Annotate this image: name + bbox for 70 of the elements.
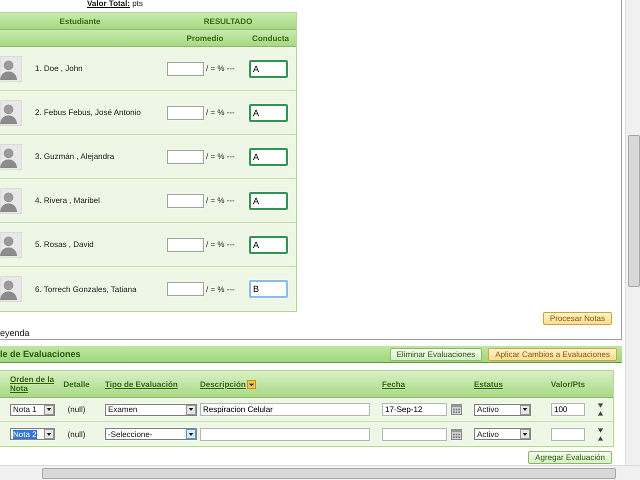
- type-select[interactable]: Examen: [105, 404, 197, 416]
- caret-icon: [46, 432, 52, 436]
- percent-text: / = % ---: [206, 196, 236, 205]
- student-name: 4. Rivera , Maribel: [35, 196, 101, 205]
- caret-icon: [522, 432, 528, 436]
- sort-link[interactable]: Descripción: [200, 380, 382, 388]
- conduct-input[interactable]: A: [249, 236, 288, 254]
- conduct-input[interactable]: A: [249, 148, 288, 166]
- status-select[interactable]: Activo: [474, 404, 531, 416]
- percent-text: / = % ---: [206, 64, 236, 73]
- conduct-input[interactable]: A: [249, 60, 288, 78]
- description-input[interactable]: Respiracion Celular: [200, 403, 370, 416]
- conduct-input[interactable]: B: [249, 280, 288, 298]
- column-header: Estudiante: [58, 16, 102, 26]
- scrollbar-thumb[interactable]: [42, 468, 616, 479]
- average-input[interactable]: [167, 150, 204, 164]
- order-select[interactable]: Nota 2: [10, 428, 55, 440]
- conduct-input[interactable]: A: [249, 104, 288, 122]
- column-header: Valor/Pts: [550, 380, 586, 388]
- column-header: RESULTADO: [202, 16, 254, 26]
- points-input[interactable]: 100: [551, 403, 585, 416]
- caret-icon: [188, 432, 194, 436]
- reorder-arrows-icon[interactable]: [596, 426, 604, 442]
- status-select[interactable]: Activo: [474, 428, 531, 440]
- sort-link[interactable]: Estatus: [474, 380, 544, 388]
- student-name: 2. Febus Febus, José Antonio: [35, 108, 142, 117]
- add-evaluation-button[interactable]: Agregar Evaluación: [528, 451, 612, 464]
- type-select[interactable]: -Seleccione-: [105, 428, 197, 440]
- section-title: le de Evaluaciones: [0, 349, 82, 359]
- reorder-arrows-icon[interactable]: [596, 402, 604, 417]
- caret-icon: [46, 407, 52, 412]
- percent-text: / = % ---: [206, 240, 236, 249]
- dropdown-icon[interactable]: [246, 380, 256, 388]
- conduct-input[interactable]: A: [249, 192, 288, 210]
- action-button[interactable]: Aplicar Cambios a Evaluaciones: [488, 348, 617, 360]
- caret-icon: [188, 407, 194, 412]
- description-input[interactable]: [200, 428, 370, 440]
- scrollbar-thumb[interactable]: [628, 135, 640, 287]
- percent-text: / = % ---: [206, 108, 236, 117]
- column-header: Conducta: [251, 34, 290, 42]
- date-input[interactable]: [382, 428, 447, 440]
- average-input[interactable]: [167, 238, 204, 252]
- sort-link[interactable]: Tipo de Evaluación: [95, 380, 200, 388]
- student-name: 5. Rosas , David: [35, 240, 95, 249]
- total-label: Valor Total:: [87, 0, 130, 8]
- student-name: 1. Doe , John: [35, 64, 84, 73]
- average-input[interactable]: [167, 62, 204, 76]
- column-header: Detalle: [62, 380, 91, 388]
- detail-text: (null): [68, 430, 86, 438]
- sort-link[interactable]: Orden de la Nota: [0, 375, 58, 393]
- order-select[interactable]: Nota 1: [10, 404, 55, 416]
- column-header: Promedio: [186, 34, 224, 42]
- points-input[interactable]: [551, 428, 585, 440]
- student-name: 3. Guzmán , Alejandra: [35, 152, 116, 161]
- student-name: 6. Torrech Gonzales, Tatiana: [35, 284, 138, 294]
- average-input[interactable]: [167, 282, 204, 296]
- percent-text: / = % ---: [206, 152, 236, 161]
- action-button[interactable]: Eliminar Evaluaciones: [390, 348, 482, 360]
- legend-link[interactable]: eyenda: [0, 328, 621, 338]
- total-value: pts: [132, 0, 143, 8]
- calendar-icon[interactable]: [451, 428, 462, 440]
- caret-icon: [522, 407, 528, 412]
- process-button[interactable]: Procesar Notas: [542, 312, 612, 325]
- calendar-icon[interactable]: [451, 404, 462, 415]
- sort-link[interactable]: Fecha: [382, 380, 474, 388]
- average-input[interactable]: [167, 194, 204, 208]
- date-input[interactable]: 17-Sep-12: [382, 403, 447, 416]
- percent-text: / = % ---: [206, 284, 236, 294]
- average-input[interactable]: [167, 106, 204, 120]
- detail-text: (null): [68, 405, 86, 414]
